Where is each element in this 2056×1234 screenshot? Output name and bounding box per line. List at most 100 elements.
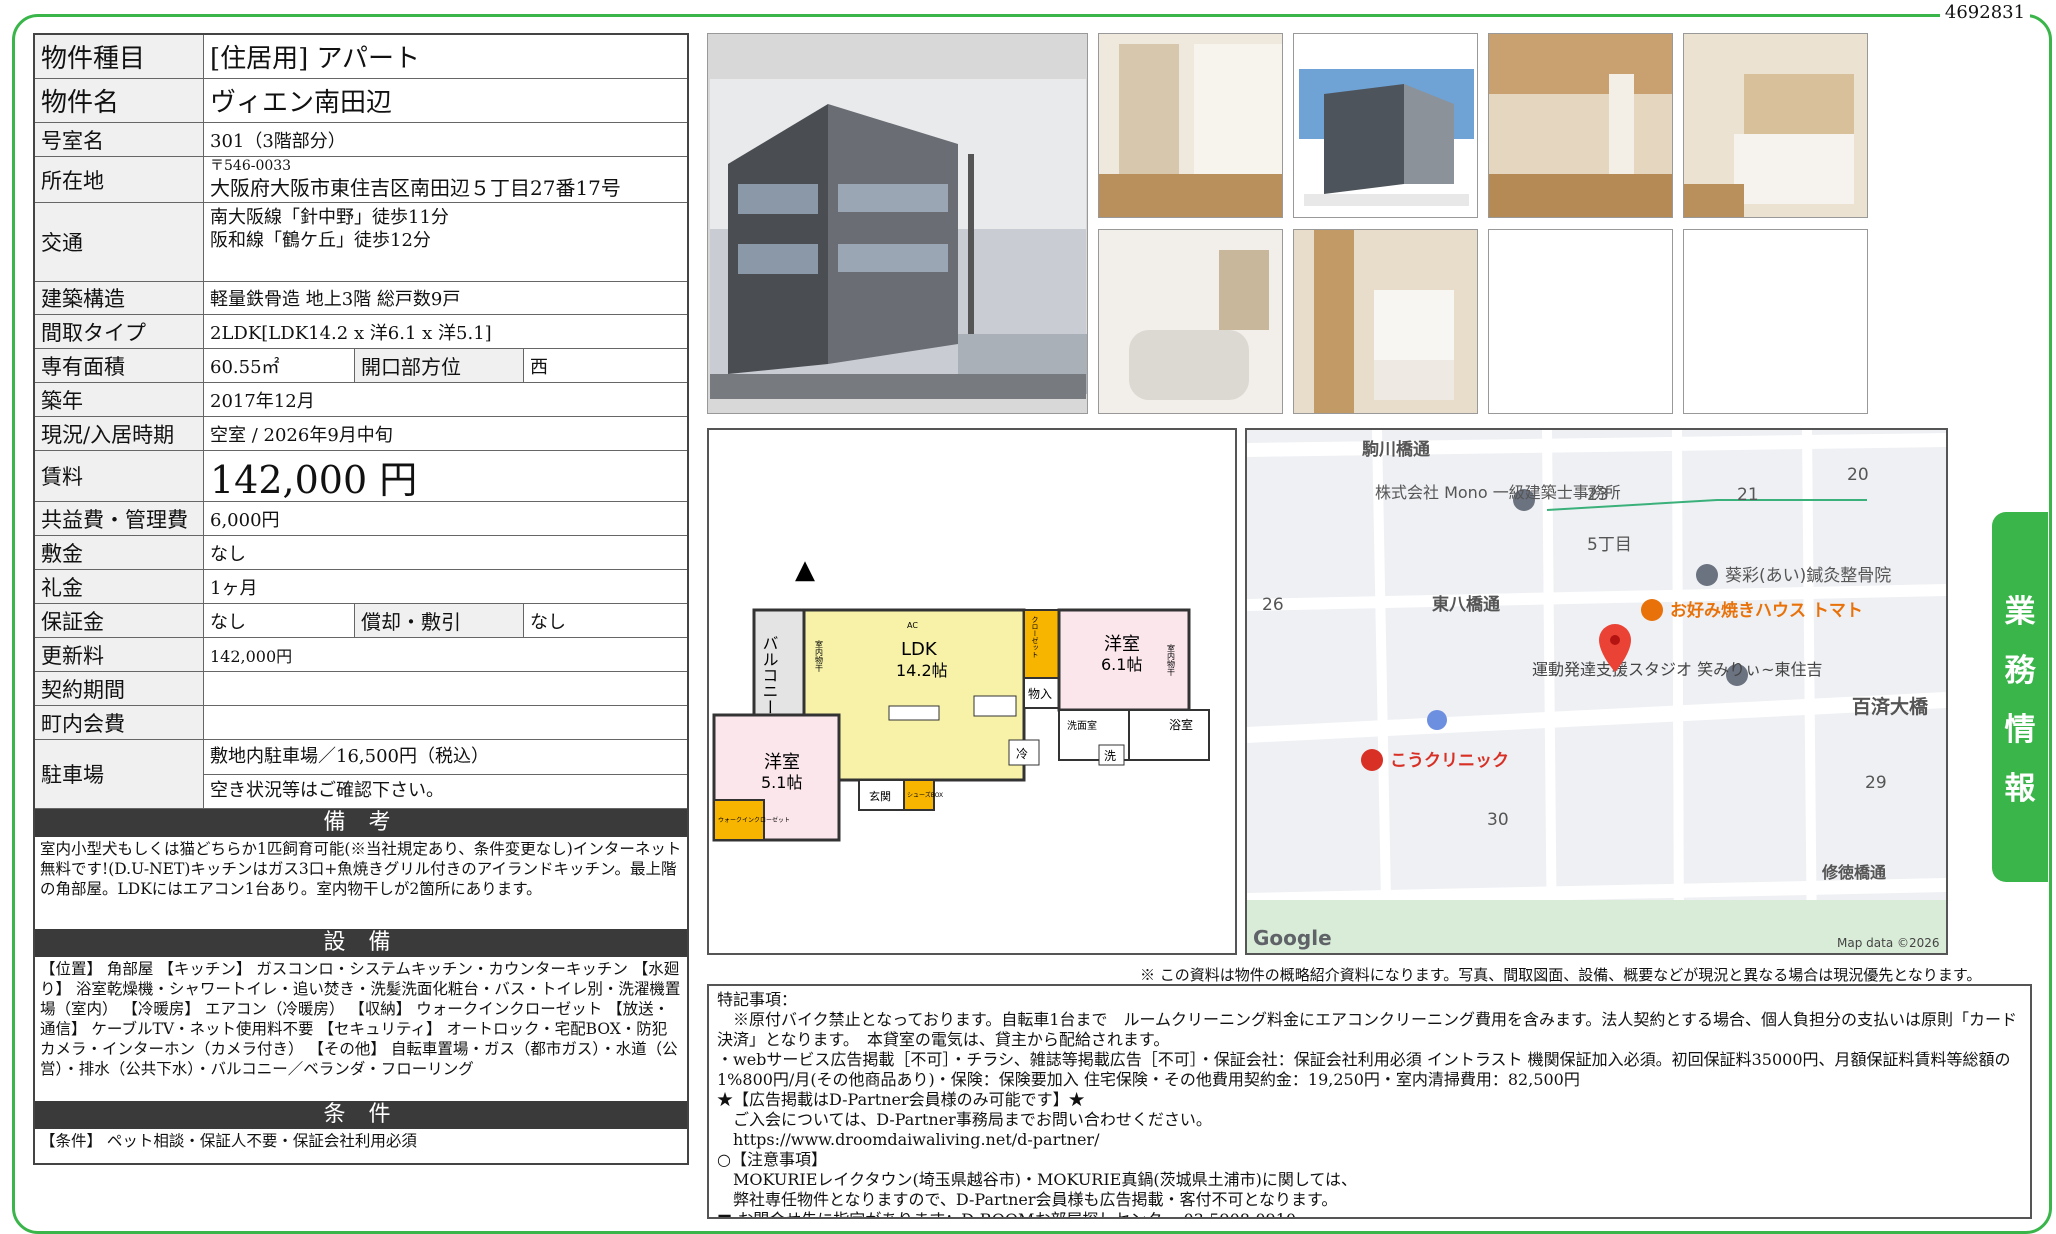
parking-value: 敷地内駐車場／16,500円（税込） 空き状況等はご確認下さい。 (204, 740, 687, 808)
deposit-label: 敷金 (35, 536, 204, 569)
key-money-value: 1ヶ月 (210, 577, 258, 599)
google-logo: Google (1253, 926, 1332, 950)
disclaimer: ※ この資料は物件の概略紹介資料になります。写真、間取図面、設備、概要などが現況… (1140, 966, 1982, 984)
washroom-photo[interactable] (1293, 229, 1478, 414)
balcony-label: バルコニー (760, 635, 779, 715)
ac-label: AC (907, 621, 918, 630)
tab-char: 務 (2004, 653, 2036, 689)
empty-photo-slot (1683, 229, 1868, 414)
rent-value: 142,000 円 (210, 457, 418, 502)
room-photo-1[interactable] (1098, 33, 1283, 218)
parking-line: 敷地内駐車場／16,500円（税込） (204, 740, 687, 775)
remarks-header: 備 考 (35, 809, 687, 837)
layout-label: 間取タイプ (35, 315, 204, 348)
address-value: 〒546-0033 大阪府大阪市東住吉区南田辺５丁目27番17号 (204, 157, 687, 202)
contract-label: 契約期間 (35, 672, 204, 705)
special-notes: 特記事項： ※原付バイク禁止となっております。自転車1台まで ルームクリーニング… (707, 984, 2032, 1219)
north-arrow-icon: ▲ (795, 555, 815, 585)
block-label: 30 (1487, 810, 1509, 830)
area-label: 専有面積 (35, 349, 204, 382)
washroom-label: 洗面室 (1067, 719, 1097, 732)
room-label: 号室名 (35, 123, 204, 156)
built-label: 築年 (35, 383, 204, 416)
map-data-credit: Map data ©2026 (1837, 936, 1940, 950)
ldk-label: LDK (901, 639, 938, 660)
empty-photo-slot (1488, 229, 1673, 414)
closet-label: クローゼット (1031, 616, 1039, 658)
note-line: https://www.droomdaiwaliving.net/d-partn… (717, 1130, 1100, 1149)
status-label: 現況/入居時期 (35, 417, 204, 450)
renewal-label: 更新料 (35, 638, 204, 671)
road-label: 百済大橋 (1852, 695, 1929, 718)
room-photo-2[interactable] (1488, 33, 1673, 218)
structure-value: 軽量鉄骨造 地上3階 総戸数9戸 (210, 289, 461, 310)
note-line: 特記事項： (717, 990, 798, 1009)
wic-label: ウォークインクローゼット (718, 816, 790, 824)
floor-plan-drawing: ▲ バルコニー LDK 14.2帖 AC 室内物干 クローゼット 物入 洋室 6… (712, 555, 1210, 842)
road-label: 修徳橋通 (1821, 863, 1886, 882)
type-value: [住居用] アパート (210, 44, 421, 74)
kitchen-photo[interactable] (1683, 33, 1868, 218)
room-image (1489, 34, 1672, 217)
facilities-header: 設 備 (35, 929, 687, 957)
bathroom-photo[interactable] (1098, 229, 1283, 414)
facilities-text: 【位置】 角部屋 【キッチン】 ガスコンロ・システムキッチン・カウンターキッチン… (40, 960, 681, 1078)
kitchen-image (1684, 34, 1867, 217)
conditions-header: 条 件 (35, 1101, 687, 1129)
tab-char: 業 (2004, 594, 2036, 630)
note-line: ★【広告掲載はD-Partner会員様のみ可能です】★ (717, 1090, 1085, 1109)
contract-value (204, 672, 687, 705)
block-label: 26 (1262, 595, 1284, 615)
deposit-value: なし (210, 543, 246, 565)
fridge-label: 冷 (1016, 747, 1028, 761)
bath-label: 浴室 (1169, 717, 1193, 732)
entrance-label: 玄関 (869, 789, 891, 803)
block-label: 5丁目 (1587, 535, 1632, 555)
block-label: 21 (1737, 485, 1759, 505)
indoor-dryer-label: 室内物干 (1167, 643, 1176, 677)
traffic-label: 交通 (35, 203, 204, 281)
poi-label: 運動発達支援スタジオ 笑みりぃ~東住吉 (1532, 660, 1823, 679)
note-line: 弊社専任物件となりますので、D-Partner会員様も広告掲載・客付不可となりま… (717, 1190, 1338, 1209)
ldk-size: 14.2帖 (896, 661, 948, 680)
fee-label: 共益費・管理費 (35, 502, 204, 535)
parking-line: 空き状況等はご確認下さい。 (210, 780, 444, 801)
direction-label: 開口部方位 (354, 349, 524, 382)
road-label: 駒川橋通 (1362, 439, 1430, 460)
note-line: ※原付バイク禁止となっております。自転車1台まで ルームクリーニング料金にエアコ… (717, 1010, 2017, 1049)
type-label: 物件種目 (35, 35, 204, 78)
poi-label: お好み焼きハウス トマト (1670, 600, 1863, 621)
note-line: ・webサービス広告掲載［不可］・チラシ、雑誌等掲載広告［不可］・保証会社：保証… (717, 1050, 2011, 1089)
render-image (1294, 34, 1477, 217)
status-value: 空室 / 2026年9月中旬 (210, 424, 393, 446)
rent-label: 賃料 (35, 451, 204, 501)
fee-value: 6,000円 (210, 509, 280, 531)
exterior-photo[interactable] (707, 33, 1088, 414)
west-room-label: 洋室 (1104, 634, 1140, 655)
document-id: 4692831 (1940, 2, 2030, 24)
amortization-value: なし (530, 611, 566, 633)
built-value: 2017年12月 (210, 390, 315, 412)
amortization-label: 償却・敷引 (354, 604, 524, 637)
structure-label: 建築構造 (35, 282, 204, 314)
location-map[interactable]: 駒川橋通 東八橋通 百済大橋 修徳橋通 株式会社 Mono 一級建築士事務所 葵… (1245, 428, 1948, 955)
key-money-label: 礼金 (35, 570, 204, 603)
road-label: 東八橋通 (1432, 594, 1500, 615)
storage-label: 物入 (1028, 687, 1052, 701)
renewal-value: 142,000円 (210, 646, 293, 666)
poi-label: こうクリニック (1390, 751, 1509, 771)
parking-label: 駐車場 (35, 740, 204, 808)
area-value: 60.55㎡ (210, 356, 280, 378)
name-label: 物件名 (35, 79, 204, 122)
building-render-photo[interactable] (1293, 33, 1478, 218)
guarantee-label: 保証金 (35, 604, 204, 637)
name-value: ヴィエン南田辺 (210, 88, 393, 118)
address: 大阪府大阪市東住吉区南田辺５丁目27番17号 (210, 175, 621, 200)
block-label: 23 (1587, 485, 1609, 505)
floor-plan[interactable]: ▲ バルコニー LDK 14.2帖 AC 室内物干 クローゼット 物入 洋室 6… (707, 428, 1237, 955)
traffic-line: 南大阪線「針中野」徒歩11分 (210, 207, 449, 228)
tab-char: 報 (2004, 771, 2036, 807)
block-label: 29 (1865, 773, 1887, 793)
business-info-tab[interactable]: 業 務 情 報 (1992, 512, 2048, 882)
traffic-value: 南大阪線「針中野」徒歩11分 阪和線「鶴ケ丘」徒歩12分 (204, 203, 687, 281)
